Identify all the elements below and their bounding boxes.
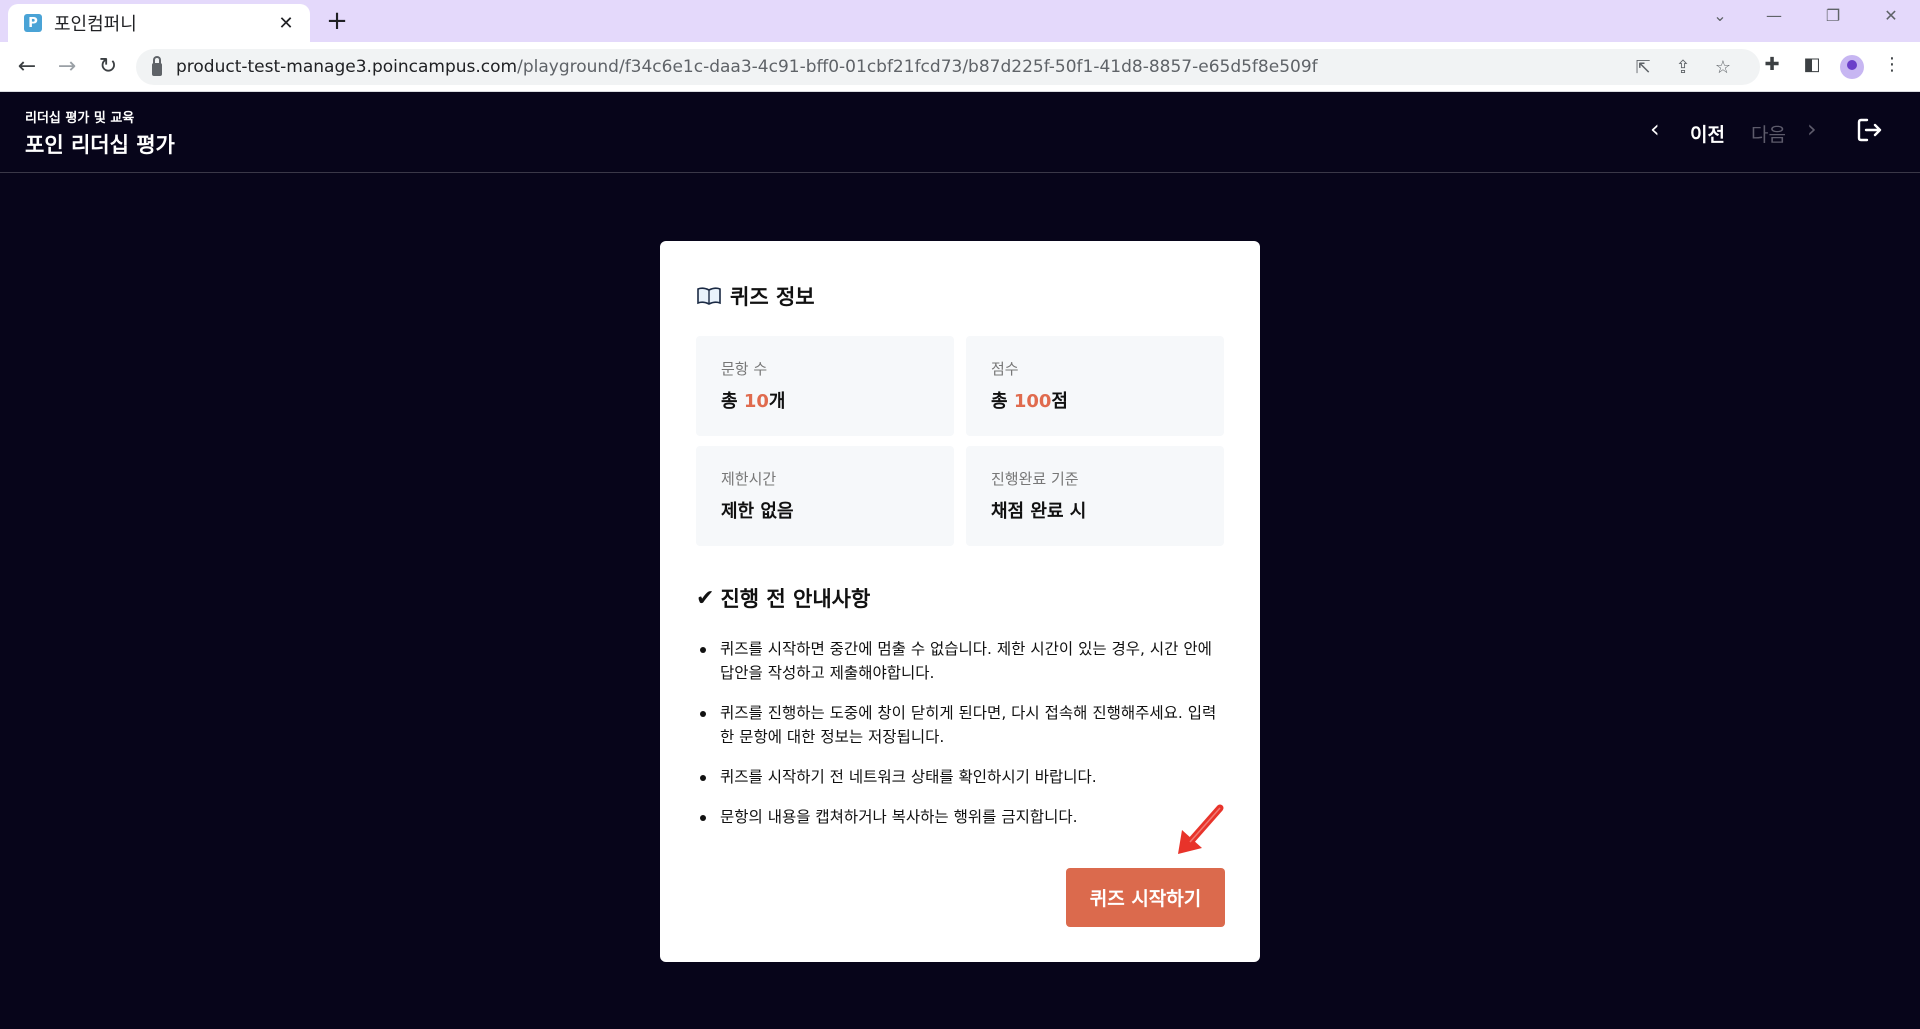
next-button[interactable]: 다음 xyxy=(1751,120,1786,147)
quiz-info-title: 퀴즈 정보 xyxy=(730,285,815,309)
check-icon: ✔ xyxy=(696,585,715,611)
url-text: product-test-manage3.poincampus.com/play… xyxy=(176,57,1318,77)
info-box-score: 점수 총 100점 xyxy=(966,336,1224,436)
browser-tab[interactable]: P 포인컴퍼니 ✕ xyxy=(8,4,310,42)
notice-list: 퀴즈를 시작하면 중간에 멈출 수 없습니다. 제한 시간이 있는 경우, 시간… xyxy=(700,637,1230,845)
info-box-time-limit: 제한시간 제한 없음 xyxy=(696,446,954,546)
menu-dots-icon[interactable]: ⋮ xyxy=(1880,54,1904,75)
profile-avatar[interactable] xyxy=(1840,55,1864,79)
start-quiz-button[interactable]: 퀴즈 시작하기 xyxy=(1066,868,1225,927)
info-box-completion-criteria: 진행완료 기준 채점 완료 시 xyxy=(966,446,1224,546)
app-header: 리더십 평가 및 교육 포인 리더십 평가 ‹ 이전 다음 › xyxy=(0,93,1920,173)
exit-icon[interactable] xyxy=(1856,117,1882,143)
list-item: 퀴즈를 진행하는 도중에 창이 닫히게 된다면, 다시 접속해 진행해주세요. … xyxy=(700,701,1230,749)
tab-close-icon[interactable]: ✕ xyxy=(276,13,296,34)
red-arrow-annotation xyxy=(1178,804,1224,854)
address-bar[interactable]: product-test-manage3.poincampus.com/play… xyxy=(136,49,1760,85)
course-title: 포인 리더십 평가 xyxy=(25,133,175,157)
prev-button[interactable]: 이전 xyxy=(1690,120,1725,147)
tab-title: 포인컴퍼니 xyxy=(54,14,137,35)
notice-title: 진행 전 안내사항 xyxy=(720,587,871,611)
chevron-right-icon[interactable]: › xyxy=(1807,115,1817,143)
quiz-info-heading: 퀴즈 정보 xyxy=(696,281,815,311)
info-label: 문항 수 xyxy=(721,360,768,378)
info-label: 진행완료 기준 xyxy=(991,470,1079,488)
lock-icon xyxy=(152,55,162,76)
quiz-info-card: 퀴즈 정보 문항 수 총 10개 점수 총 100점 제한시간 제한 없음 진행… xyxy=(660,241,1260,962)
info-label: 점수 xyxy=(991,360,1019,378)
course-subtitle: 리더십 평가 및 교육 xyxy=(25,111,135,126)
list-item: 퀴즈를 시작하면 중간에 멈출 수 없습니다. 제한 시간이 있는 경우, 시간… xyxy=(700,637,1230,685)
browser-tab-bar: P 포인컴퍼니 ✕ + ⌄ — ❐ ✕ xyxy=(0,0,1920,42)
back-icon[interactable]: ← xyxy=(14,54,40,80)
info-value: 총 10개 xyxy=(721,391,786,412)
book-icon xyxy=(697,287,721,305)
info-value: 제한 없음 xyxy=(721,501,794,522)
tab-search-icon[interactable]: ⌄ xyxy=(1705,6,1735,25)
notice-heading: ✔ 진행 전 안내사항 xyxy=(696,583,870,613)
chevron-left-icon[interactable]: ‹ xyxy=(1650,115,1660,143)
new-tab-icon[interactable]: + xyxy=(324,8,350,34)
close-window-icon[interactable]: ✕ xyxy=(1876,6,1906,25)
minimize-icon[interactable]: — xyxy=(1759,6,1789,25)
open-in-app-icon[interactable]: ⇱ xyxy=(1632,57,1654,78)
share-icon[interactable]: ⇪ xyxy=(1672,57,1694,78)
side-panel-icon[interactable]: ◧ xyxy=(1800,54,1824,75)
info-value: 채점 완료 시 xyxy=(991,501,1087,522)
forward-icon[interactable]: → xyxy=(54,54,80,80)
browser-toolbar: ← → ↻ product-test-manage3.poincampus.co… xyxy=(0,42,1920,92)
info-value: 총 100점 xyxy=(991,391,1068,412)
list-item: 퀴즈를 시작하기 전 네트워크 상태를 확인하시기 바랍니다. xyxy=(700,765,1230,789)
favicon-icon: P xyxy=(24,14,42,32)
reload-icon[interactable]: ↻ xyxy=(95,54,121,80)
bookmark-star-icon[interactable]: ☆ xyxy=(1712,57,1734,78)
restore-icon[interactable]: ❐ xyxy=(1818,6,1848,25)
info-label: 제한시간 xyxy=(721,470,777,488)
info-box-question-count: 문항 수 총 10개 xyxy=(696,336,954,436)
list-item: 문항의 내용을 캡쳐하거나 복사하는 행위를 금지합니다. xyxy=(700,805,1230,829)
extensions-icon[interactable]: ✚ xyxy=(1760,54,1784,75)
